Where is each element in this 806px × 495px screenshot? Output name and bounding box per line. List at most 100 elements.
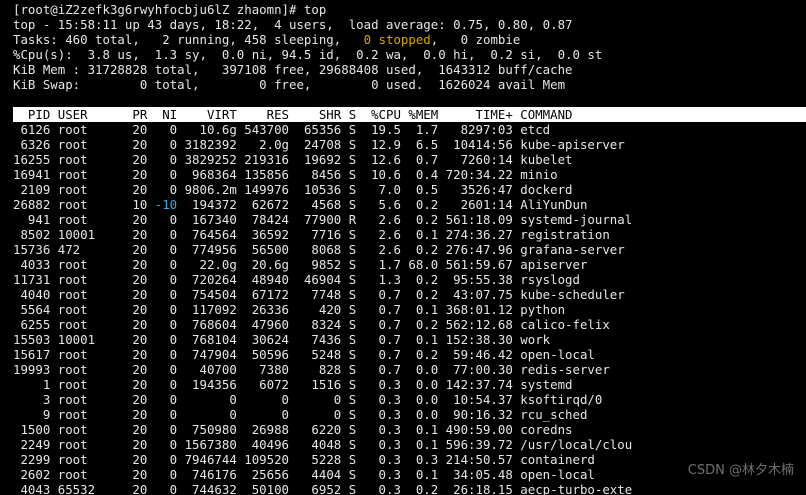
process-table-header: PID USER PR NI VIRT RES SHR S %CPU %MEM … bbox=[13, 107, 806, 122]
row-stats-command: 720264 48940 46904 S 1.3 0.2 95:55.38 rs… bbox=[177, 272, 580, 287]
row-pid-user-pr: 5564 root 20 bbox=[13, 302, 170, 317]
cpu-line: %Cpu(s): 3.8 us, 1.3 sy, 0.0 ni, 94.5 id… bbox=[13, 47, 603, 62]
row-nice: 0 bbox=[169, 167, 178, 182]
table-row: 15503 10001 20 0 768104 30624 7436 S 0.7… bbox=[13, 332, 806, 347]
table-row: 2109 root 20 0 9806.2m 149976 10536 S 7.… bbox=[13, 182, 806, 197]
table-row: 26882 root 10 -10 194372 62672 4568 S 5.… bbox=[13, 197, 806, 212]
row-nice: 0 bbox=[169, 272, 178, 287]
row-pid-user-pr: 16255 root 20 bbox=[13, 152, 170, 167]
tasks-line: Tasks: 460 total, 2 running, 458 sleepin… bbox=[13, 32, 806, 47]
row-stats-command: 0 0 0 S 0.3 0.0 90:16.32 rcu_sched bbox=[177, 407, 588, 422]
table-row: 6255 root 20 0 768604 47960 8324 S 0.7 0… bbox=[13, 317, 806, 332]
table-row: 1500 root 20 0 750980 26988 6220 S 0.3 0… bbox=[13, 422, 806, 437]
tasks-stopped: 0 stopped bbox=[363, 32, 431, 47]
table-row: 2249 root 20 0 1567380 40496 4048 S 0.3 … bbox=[13, 437, 806, 452]
table-row: 16255 root 20 0 3829252 219316 19692 S 1… bbox=[13, 152, 806, 167]
shell-prompt: [root@iZ2zefk3g6rwyhfocbju6lZ zhaomn]# t… bbox=[13, 2, 327, 17]
row-stats-command: 9806.2m 149976 10536 S 7.0 0.5 3526:47 d… bbox=[177, 182, 573, 197]
row-nice: 0 bbox=[169, 182, 178, 197]
row-stats-command: 768604 47960 8324 S 0.7 0.2 562:12.68 ca… bbox=[177, 317, 610, 332]
row-stats-command: 764564 36592 7716 S 2.6 0.1 274:36.27 re… bbox=[177, 227, 610, 242]
row-pid-user-pr: 4040 root 20 bbox=[13, 287, 170, 302]
row-pid-user-pr: 26882 root 10 bbox=[13, 197, 155, 212]
row-pid-user-pr: 19993 root 20 bbox=[13, 362, 170, 377]
table-row: 3 root 20 0 0 0 0 S 0.3 0.0 10:54.37 kso… bbox=[13, 392, 806, 407]
row-stats-command: 754504 67172 7748 S 0.7 0.2 43:07.75 kub… bbox=[177, 287, 625, 302]
process-table-body: 6126 root 20 0 10.6g 543700 65356 S 19.5… bbox=[13, 122, 806, 495]
row-stats-command: 194356 6072 1516 S 0.3 0.0 142:37.74 sys… bbox=[177, 377, 573, 392]
row-stats-command: 167340 78424 77900 R 2.6 0.2 561:18.09 s… bbox=[177, 212, 633, 227]
row-nice: 0 bbox=[169, 482, 178, 495]
row-nice: 0 bbox=[169, 227, 178, 242]
row-stats-command: 3182392 2.0g 24708 S 12.9 6.5 10414:56 k… bbox=[177, 137, 625, 152]
row-stats-command: 768104 30624 7436 S 0.7 0.1 152:38.30 wo… bbox=[177, 332, 551, 347]
table-row: 8502 10001 20 0 764564 36592 7716 S 2.6 … bbox=[13, 227, 806, 242]
row-pid-user-pr: 4033 root 20 bbox=[13, 257, 170, 272]
table-row: 15617 root 20 0 747904 50596 5248 S 0.7 … bbox=[13, 347, 806, 362]
row-stats-command: 3829252 219316 19692 S 12.6 0.7 7260:14 … bbox=[177, 152, 573, 167]
row-nice: 0 bbox=[169, 362, 178, 377]
row-pid-user-pr: 1500 root 20 bbox=[13, 422, 170, 437]
row-nice: 0 bbox=[169, 347, 178, 362]
terminal-window[interactable]: [root@iZ2zefk3g6rwyhfocbju6lZ zhaomn]# t… bbox=[13, 2, 806, 495]
row-nice: 0 bbox=[169, 377, 178, 392]
row-pid-user-pr: 6255 root 20 bbox=[13, 317, 170, 332]
table-row: 15736 472 20 0 774956 56500 8068 S 2.6 0… bbox=[13, 242, 806, 257]
row-stats-command: 40700 7380 828 S 0.7 0.0 77:00.30 redis-… bbox=[177, 362, 610, 377]
row-pid-user-pr: 2602 root 20 bbox=[13, 467, 170, 482]
row-nice: 0 bbox=[169, 242, 178, 257]
row-nice: 0 bbox=[169, 137, 178, 152]
row-stats-command: 744632 50100 6952 S 0.3 0.2 26:18.15 aec… bbox=[177, 482, 633, 495]
row-nice: -10 bbox=[154, 197, 178, 212]
row-pid-user-pr: 2109 root 20 bbox=[13, 182, 170, 197]
row-pid-user-pr: 6326 root 20 bbox=[13, 137, 170, 152]
row-stats-command: 746176 25656 4404 S 0.3 0.1 34:05.48 ope… bbox=[177, 467, 595, 482]
row-pid-user-pr: 15736 472 20 bbox=[13, 242, 170, 257]
row-nice: 0 bbox=[169, 317, 178, 332]
row-stats-command: 22.0g 20.6g 9852 S 1.7 68.0 561:59.67 ap… bbox=[177, 257, 588, 272]
row-pid-user-pr: 3 root 20 bbox=[13, 392, 170, 407]
table-row: 941 root 20 0 167340 78424 77900 R 2.6 0… bbox=[13, 212, 806, 227]
row-stats-command: 1567380 40496 4048 S 0.3 0.1 596:39.72 /… bbox=[177, 437, 633, 452]
row-stats-command: 774956 56500 8068 S 2.6 0.2 276:47.96 gr… bbox=[177, 242, 625, 257]
tasks-suffix: , 0 zombie bbox=[430, 32, 521, 47]
row-pid-user-pr: 2299 root 20 bbox=[13, 452, 170, 467]
row-pid-user-pr: 11731 root 20 bbox=[13, 272, 170, 287]
row-pid-user-pr: 2249 root 20 bbox=[13, 437, 170, 452]
row-pid-user-pr: 4043 65532 20 bbox=[13, 482, 170, 495]
table-row: 5564 root 20 0 117092 26336 420 S 0.7 0.… bbox=[13, 302, 806, 317]
row-pid-user-pr: 6126 root 20 bbox=[13, 122, 170, 137]
row-pid-user-pr: 15503 10001 20 bbox=[13, 332, 170, 347]
table-row: 4040 root 20 0 754504 67172 7748 S 0.7 0… bbox=[13, 287, 806, 302]
row-stats-command: 10.6g 543700 65356 S 19.5 1.7 8297:03 et… bbox=[177, 122, 551, 137]
row-nice: 0 bbox=[169, 257, 178, 272]
table-row: 9 root 20 0 0 0 0 S 0.3 0.0 90:16.32 rcu… bbox=[13, 407, 806, 422]
row-stats-command: 0 0 0 S 0.3 0.0 10:54.37 ksoftirqd/0 bbox=[177, 392, 603, 407]
row-stats-command: 7946744 109520 5228 S 0.3 0.3 214:50.57 … bbox=[177, 452, 595, 467]
row-nice: 0 bbox=[169, 392, 178, 407]
row-stats-command: 750980 26988 6220 S 0.3 0.1 490:59.00 co… bbox=[177, 422, 573, 437]
row-stats-command: 747904 50596 5248 S 0.7 0.2 59:46.42 ope… bbox=[177, 347, 595, 362]
watermark: CSDN @林夕木楠 bbox=[687, 463, 794, 478]
table-row: 6326 root 20 0 3182392 2.0g 24708 S 12.9… bbox=[13, 137, 806, 152]
row-stats-command: 968364 135856 8456 S 10.6 0.4 720:34.22 … bbox=[177, 167, 558, 182]
row-stats-command: 117092 26336 420 S 0.7 0.1 368:01.12 pyt… bbox=[177, 302, 566, 317]
row-nice: 0 bbox=[169, 437, 178, 452]
row-nice: 0 bbox=[169, 467, 178, 482]
mem-line: KiB Mem : 31728828 total, 397108 free, 2… bbox=[13, 62, 573, 77]
row-nice: 0 bbox=[169, 152, 178, 167]
row-nice: 0 bbox=[169, 452, 178, 467]
row-pid-user-pr: 8502 10001 20 bbox=[13, 227, 170, 242]
table-row: 19993 root 20 0 40700 7380 828 S 0.7 0.0… bbox=[13, 362, 806, 377]
row-pid-user-pr: 16941 root 20 bbox=[13, 167, 170, 182]
table-row: 1 root 20 0 194356 6072 1516 S 0.3 0.0 1… bbox=[13, 377, 806, 392]
row-pid-user-pr: 941 root 20 bbox=[13, 212, 170, 227]
row-stats-command: 194372 62672 4568 S 5.6 0.2 2601:14 AliY… bbox=[177, 197, 588, 212]
swap-line: KiB Swap: 0 total, 0 free, 0 used. 16260… bbox=[13, 77, 566, 92]
table-row: 16941 root 20 0 968364 135856 8456 S 10.… bbox=[13, 167, 806, 182]
row-nice: 0 bbox=[169, 302, 178, 317]
table-row: 4033 root 20 0 22.0g 20.6g 9852 S 1.7 68… bbox=[13, 257, 806, 272]
table-row: 6126 root 20 0 10.6g 543700 65356 S 19.5… bbox=[13, 122, 806, 137]
table-row: 4043 65532 20 0 744632 50100 6952 S 0.3 … bbox=[13, 482, 806, 495]
